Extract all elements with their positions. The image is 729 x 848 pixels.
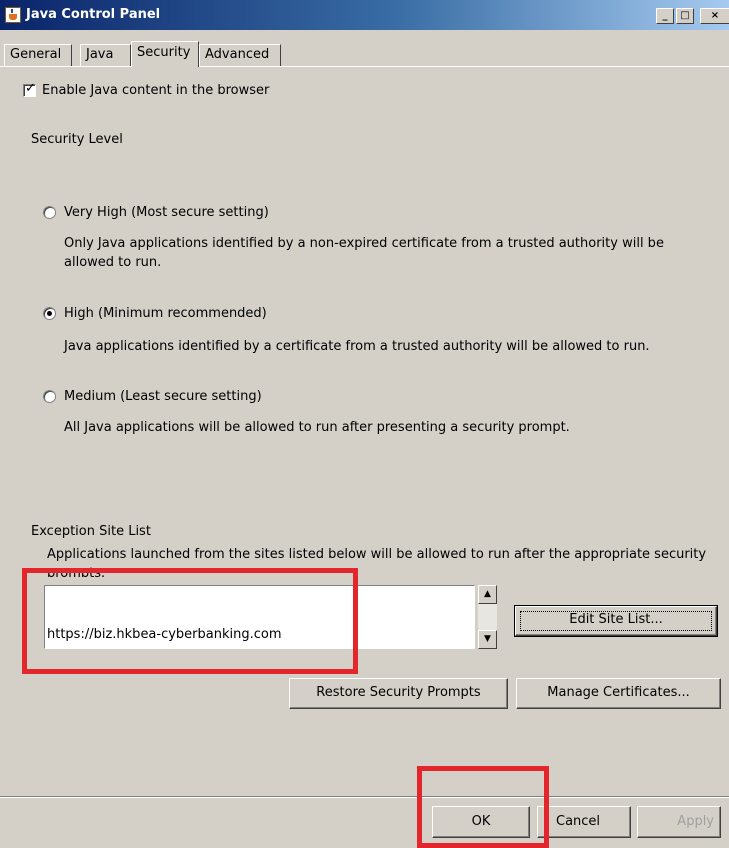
restore-security-prompts-button[interactable]: Restore Security Prompts xyxy=(289,678,508,709)
maximize-icon: □ xyxy=(680,10,690,21)
tab-security[interactable]: Security xyxy=(131,41,199,67)
high-description: Java applications identified by a certif… xyxy=(64,339,650,354)
minimize-icon: _ xyxy=(662,10,668,21)
radio-very-high[interactable] xyxy=(43,206,56,219)
manage-certificates-button[interactable]: Manage Certificates... xyxy=(516,678,721,709)
scroll-up-arrow-icon[interactable]: ▲ xyxy=(478,585,497,604)
medium-description: All Java applications will be allowed to… xyxy=(64,420,570,435)
button-label: Manage Certificates... xyxy=(547,685,690,700)
enable-java-checkbox[interactable]: ✓ xyxy=(23,81,36,97)
site-list-scrollbar[interactable]: ▲ ▼ xyxy=(478,585,497,649)
very-high-label[interactable]: Very High (Most secure setting) xyxy=(64,205,269,220)
very-high-description: Only Java applications identified by a n… xyxy=(64,236,664,270)
radio-medium[interactable] xyxy=(43,390,56,403)
medium-label[interactable]: Medium (Least secure setting) xyxy=(64,389,262,404)
high-label[interactable]: High (Minimum recommended) xyxy=(64,306,267,321)
security-level-heading: Security Level xyxy=(31,132,123,147)
cancel-button[interactable]: Cancel xyxy=(537,806,631,838)
edit-site-list-button[interactable]: Edit Site List... xyxy=(514,605,718,637)
minimize-button[interactable]: _ xyxy=(656,8,674,24)
tab-label: Advanced xyxy=(205,47,270,62)
radio-selected-dot xyxy=(47,311,52,316)
window-title: Java Control Panel xyxy=(26,7,161,22)
button-label: Restore Security Prompts xyxy=(316,685,481,700)
tab-panel-border xyxy=(0,66,729,67)
maximize-button[interactable]: □ xyxy=(676,8,694,24)
close-button[interactable]: × xyxy=(700,8,729,24)
title-bar: Java Control Panel _ □ × xyxy=(0,0,729,30)
button-label: Apply xyxy=(677,814,714,829)
site-list-highlight-box xyxy=(22,568,358,674)
focus-ring xyxy=(520,611,712,631)
java-cup-icon xyxy=(5,7,21,23)
tab-java[interactable]: Java xyxy=(80,44,131,66)
exception-site-list-heading: Exception Site List xyxy=(31,524,151,539)
apply-button[interactable]: Apply xyxy=(637,806,721,838)
button-label: Cancel xyxy=(556,814,601,829)
close-icon: × xyxy=(710,10,720,21)
scroll-down-arrow-icon[interactable]: ▼ xyxy=(478,630,497,649)
tab-label: Java xyxy=(86,47,114,62)
tab-advanced[interactable]: Advanced xyxy=(199,44,281,66)
tab-label: General xyxy=(10,47,62,62)
radio-high[interactable] xyxy=(43,307,56,320)
footer-separator xyxy=(0,796,729,798)
tab-general[interactable]: General xyxy=(4,44,72,66)
tab-label: Security xyxy=(137,45,191,60)
ok-button-highlight-box xyxy=(417,766,549,848)
enable-java-label[interactable]: Enable Java content in the browser xyxy=(42,83,269,98)
checkmark-icon: ✓ xyxy=(25,81,36,96)
